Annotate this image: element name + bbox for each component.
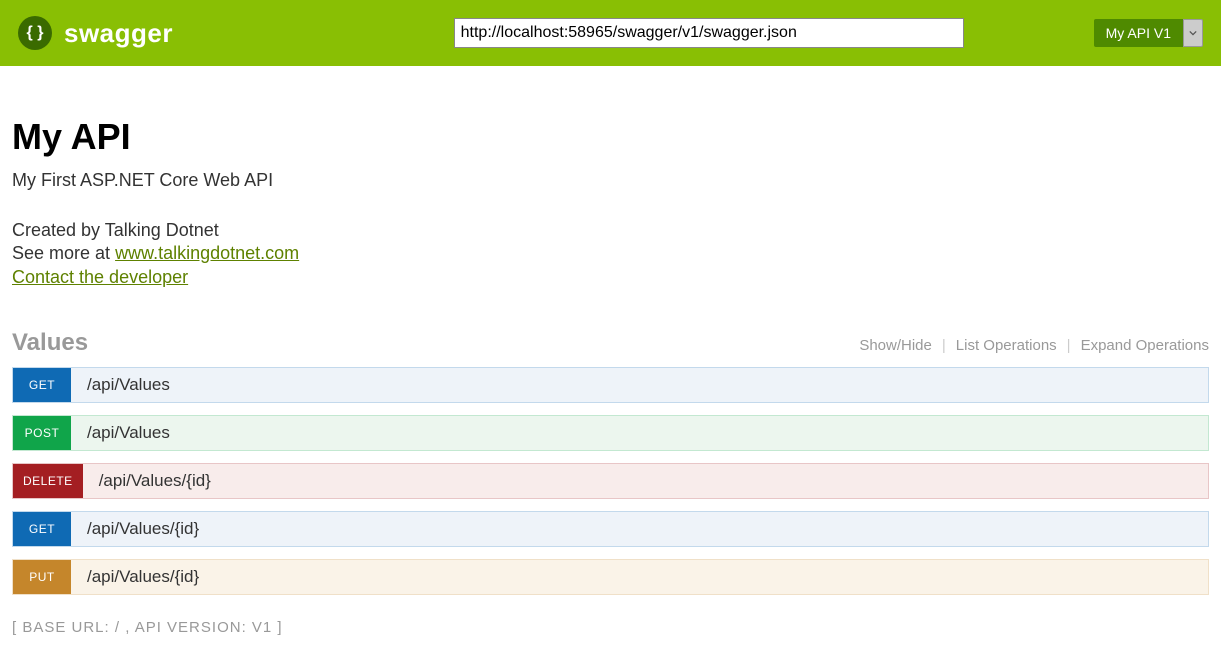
- api-title: My API: [12, 116, 1209, 158]
- separator-icon: |: [942, 337, 946, 354]
- operation-row[interactable]: GET/api/Values/{id}: [12, 511, 1209, 547]
- show-hide-link[interactable]: Show/Hide: [859, 337, 932, 354]
- list-operations-link[interactable]: List Operations: [956, 337, 1057, 354]
- swagger-icon: { }: [18, 16, 52, 50]
- api-description: My First ASP.NET Core Web API: [12, 170, 1209, 191]
- header-bar: { } swagger My API V1: [0, 0, 1221, 66]
- method-badge[interactable]: GET: [13, 368, 71, 402]
- brand-logo[interactable]: { } swagger: [18, 16, 173, 50]
- method-badge[interactable]: GET: [13, 512, 71, 546]
- section-title[interactable]: Values: [12, 329, 88, 357]
- method-badge[interactable]: DELETE: [13, 464, 83, 498]
- operation-row[interactable]: PUT/api/Values/{id}: [12, 559, 1209, 595]
- created-by-name: Talking Dotnet: [105, 220, 219, 240]
- operation-path[interactable]: /api/Values/{id}: [83, 464, 1208, 498]
- see-more-link[interactable]: www.talkingdotnet.com: [115, 243, 299, 263]
- swagger-url-input[interactable]: [454, 18, 964, 48]
- api-version-button[interactable]: My API V1: [1094, 19, 1183, 47]
- separator-icon: |: [1067, 337, 1071, 354]
- chevron-down-icon[interactable]: [1183, 19, 1203, 47]
- operation-row[interactable]: POST/api/Values: [12, 415, 1209, 451]
- api-version-selector[interactable]: My API V1: [1094, 19, 1203, 47]
- operation-row[interactable]: DELETE/api/Values/{id}: [12, 463, 1209, 499]
- created-by-label: Created by: [12, 220, 105, 240]
- see-more-label: See more at: [12, 243, 115, 263]
- api-info: Created by Talking Dotnet See more at ww…: [12, 219, 1209, 289]
- operation-path[interactable]: /api/Values/{id}: [71, 512, 1208, 546]
- base-url-footer: [ BASE URL: / , API VERSION: V1 ]: [12, 619, 1209, 636]
- operation-path[interactable]: /api/Values: [71, 368, 1208, 402]
- section-actions: Show/Hide | List Operations | Expand Ope…: [859, 337, 1209, 354]
- operation-path[interactable]: /api/Values: [71, 416, 1208, 450]
- operations-list: GET/api/ValuesPOST/api/ValuesDELETE/api/…: [12, 367, 1209, 595]
- method-badge[interactable]: POST: [13, 416, 71, 450]
- contact-link[interactable]: Contact the developer: [12, 267, 188, 287]
- method-badge[interactable]: PUT: [13, 560, 71, 594]
- operation-row[interactable]: GET/api/Values: [12, 367, 1209, 403]
- operation-path[interactable]: /api/Values/{id}: [71, 560, 1208, 594]
- brand-text: swagger: [64, 18, 173, 49]
- expand-operations-link[interactable]: Expand Operations: [1081, 337, 1209, 354]
